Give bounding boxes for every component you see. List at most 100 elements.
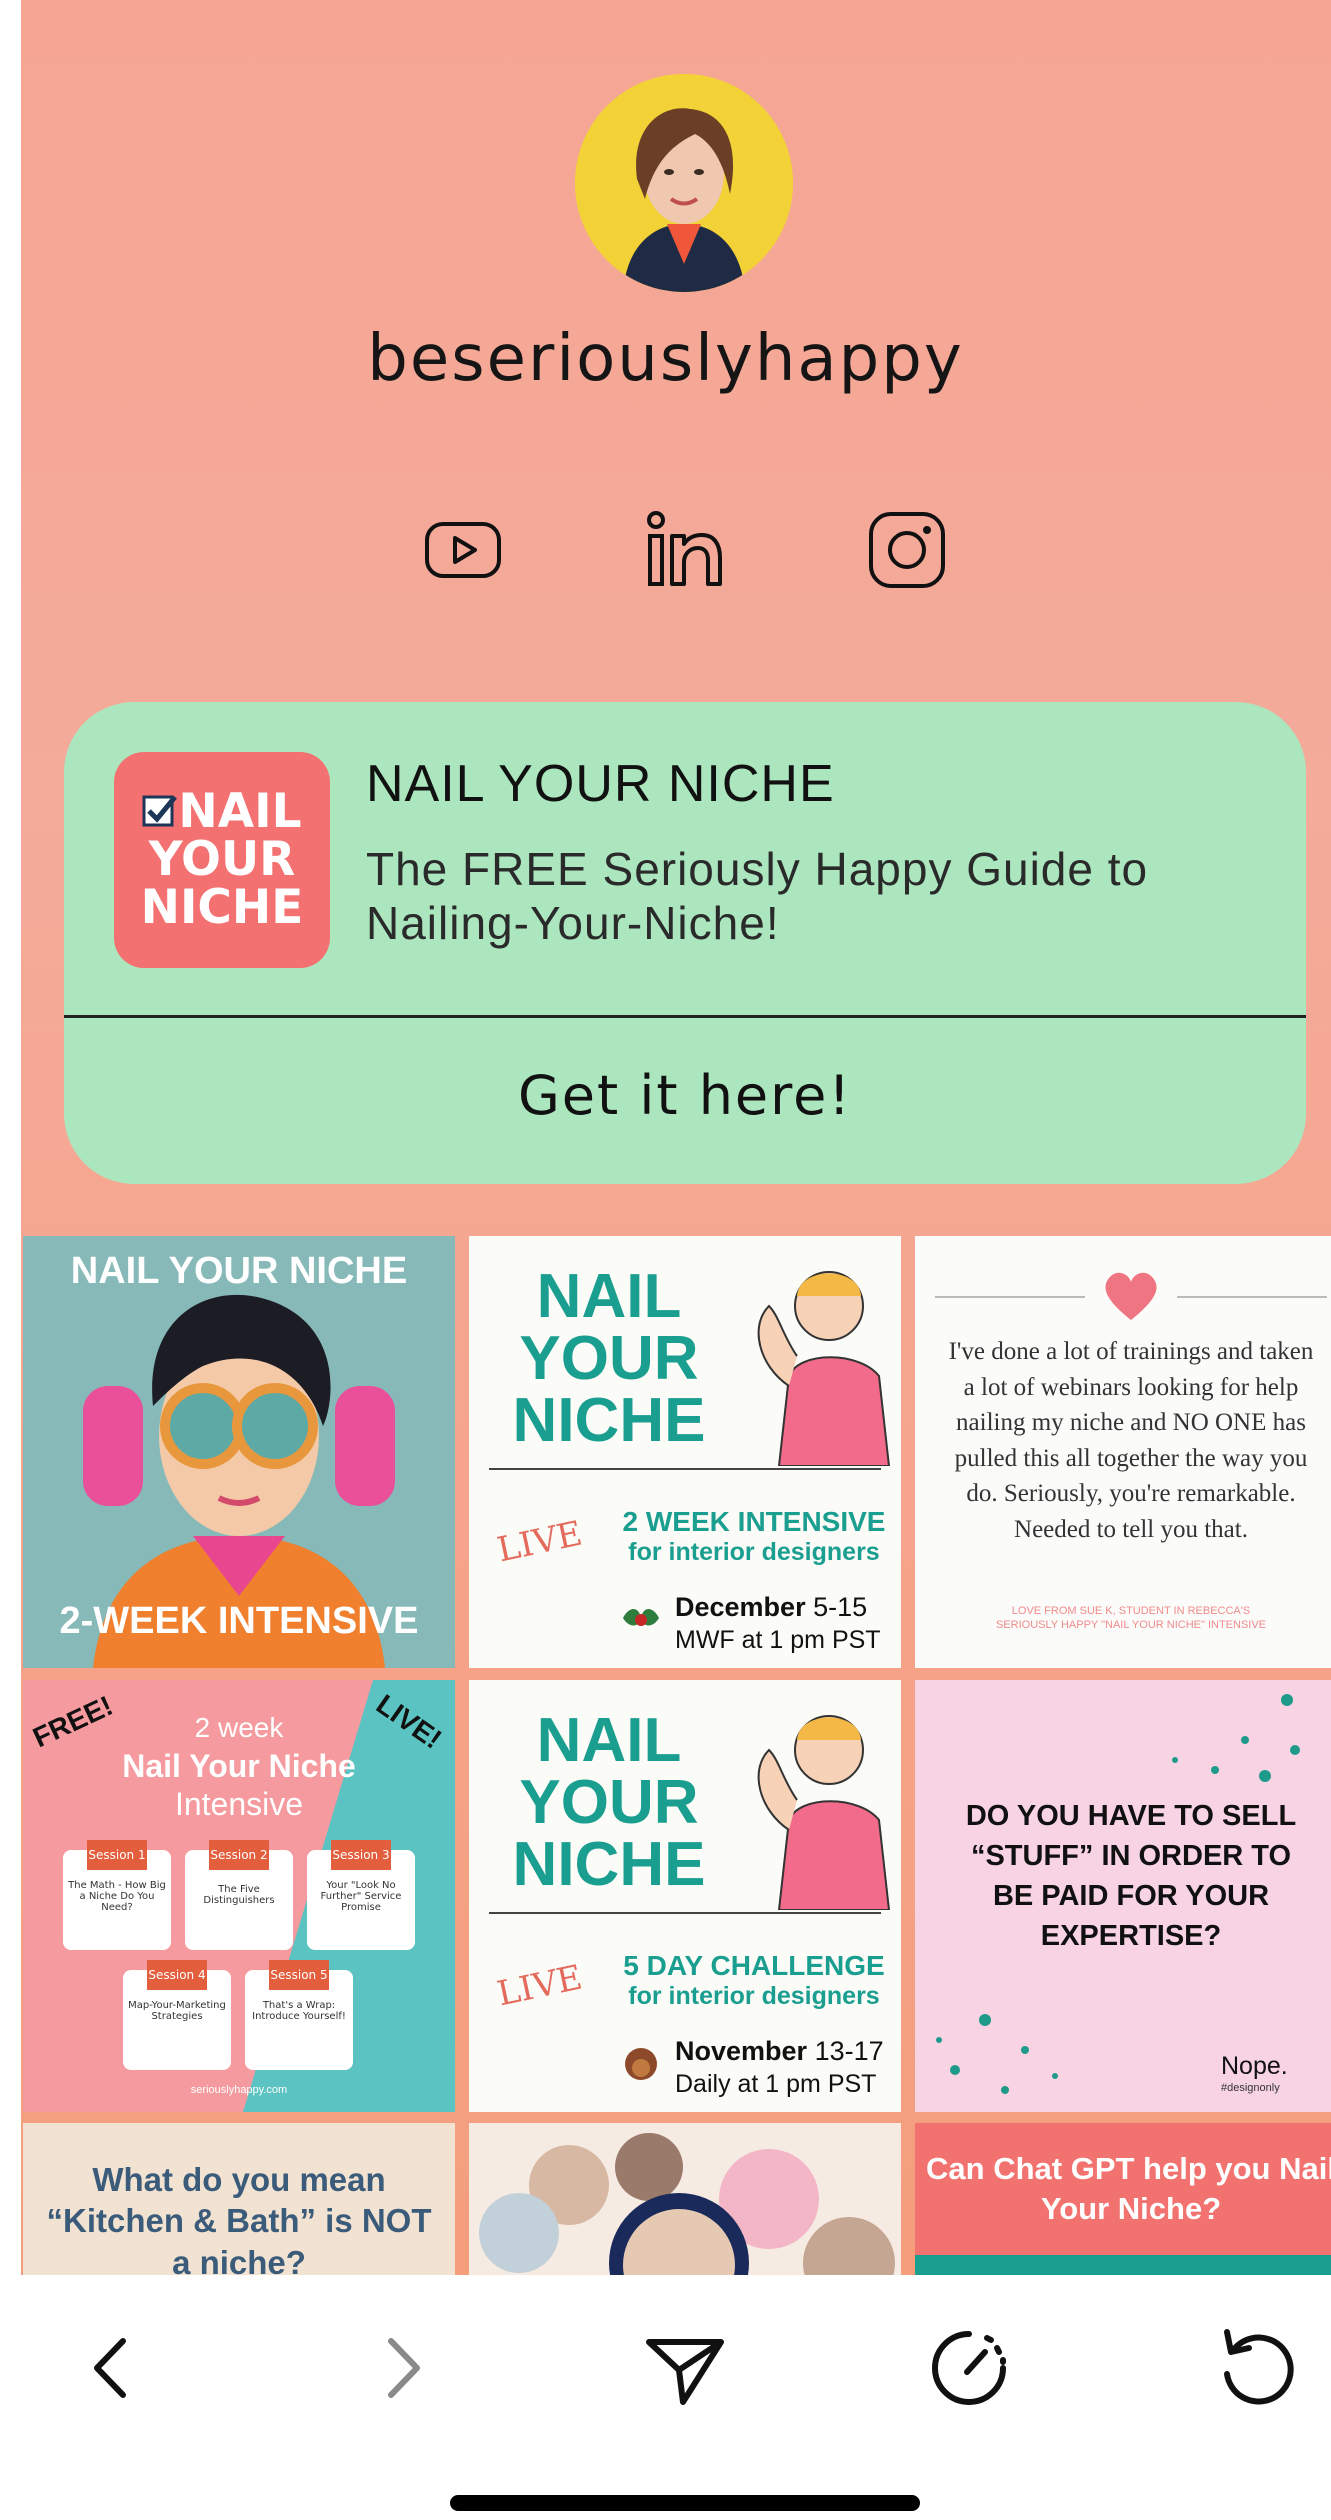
student-portraits bbox=[479, 2133, 895, 2275]
session-2-label: Session 2 bbox=[209, 1840, 269, 1870]
logo-line-3: NICHE bbox=[140, 879, 304, 935]
tile-2-heading-3: NICHE bbox=[512, 1386, 706, 1455]
tile-5-line-2: for interior designers bbox=[628, 1982, 880, 2010]
tile-5-time: Daily at 1 pm PST bbox=[675, 2070, 877, 2098]
nail-your-niche-card[interactable]: NAIL YOUR NICHE NAIL YOUR NICHE The FREE… bbox=[64, 702, 1306, 1184]
post-tile-6[interactable]: DO YOU HAVE TO SELL “STUFF” IN ORDER TO … bbox=[915, 1680, 1331, 2112]
tile-2-live: LIVE bbox=[493, 1513, 586, 1571]
forward-button[interactable] bbox=[356, 2323, 446, 2413]
card-divider bbox=[64, 1015, 1306, 1018]
post-tile-8[interactable] bbox=[469, 2123, 901, 2275]
back-icon bbox=[94, 2338, 126, 2398]
post-tile-2[interactable]: NAIL YOUR NICHE LIVE 2 WEEK INTENSIVE fo… bbox=[469, 1236, 901, 1668]
tile-2-date: December bbox=[675, 1592, 806, 1622]
home-indicator[interactable] bbox=[450, 2495, 920, 2511]
tile-1-footer: 2-WEEK INTENSIVE bbox=[59, 1600, 419, 1642]
avatar[interactable] bbox=[575, 74, 793, 292]
reload-icon bbox=[1224, 2329, 1294, 2405]
tile-4-line-2: Nail Your Niche bbox=[122, 1748, 356, 1784]
session-card-2: Session 2 The Five Distinguishers bbox=[185, 1840, 293, 1950]
session-1-label: Session 1 bbox=[87, 1840, 147, 1870]
tile-6-answer: Nope. bbox=[1221, 2052, 1288, 2080]
card-title: NAIL YOUR NICHE bbox=[366, 755, 835, 813]
tile-2-date-line: December 5-15 bbox=[675, 1592, 895, 1623]
card-subtitle: The FREE Seriously Happy Guide to Nailin… bbox=[366, 843, 1149, 950]
session-card-1: Session 1 The Math - How Big a Niche Do … bbox=[63, 1840, 171, 1950]
session-4-label: Session 4 bbox=[147, 1960, 207, 1990]
tile-2-date-range: 5-15 bbox=[813, 1592, 868, 1622]
tile-5-line-1: 5 DAY CHALLENGE bbox=[623, 1950, 885, 1981]
profile-photo bbox=[575, 74, 793, 292]
session-1-text: The Math - How Big a Niche Do You Need? bbox=[68, 1880, 166, 1913]
session-4-text: Map-Your-Marketing Strategies bbox=[128, 2000, 226, 2022]
tile-2-line-1: 2 WEEK INTENSIVE bbox=[622, 1506, 886, 1537]
tile-6-question: DO YOU HAVE TO SELL “STUFF” IN ORDER TO … bbox=[965, 1800, 1297, 1953]
post-tile-9[interactable]: Can Chat GPT help you Nail Your Niche? bbox=[915, 2123, 1331, 2275]
tile-5-date-line: November 13-17 bbox=[675, 2036, 895, 2067]
illustration-flexing-woman bbox=[757, 1271, 891, 1466]
tile-5-date-range: 13-17 bbox=[814, 2036, 884, 2066]
tile-9-text: Can Chat GPT help you Nail Your Niche? bbox=[926, 2151, 1331, 2227]
youtube-link[interactable] bbox=[421, 508, 505, 592]
session-card-3: Session 3 Your "Look No Further" Service… bbox=[307, 1840, 415, 1950]
logo-line-1: NAIL bbox=[142, 788, 302, 836]
tile-5-divider bbox=[489, 1912, 881, 1914]
tile-4-line-1: 2 week bbox=[194, 1712, 284, 1743]
tile-9-band bbox=[915, 2255, 1331, 2275]
tile-3-quote: I've done a lot of trainings and taken a… bbox=[948, 1338, 1314, 1543]
instagram-icon bbox=[869, 512, 945, 588]
speed-button[interactable] bbox=[924, 2323, 1014, 2413]
tile-1-title: NAIL YOUR NICHE bbox=[70, 1250, 408, 1292]
get-it-here-button[interactable]: Get it here! bbox=[64, 1064, 1306, 1127]
profile-page: beseriouslyhappy NAIL YOUR NICHE NAIL YO… bbox=[21, 0, 1331, 2275]
post-tile-4[interactable]: FREE! LIVE! 2 week Nail Your Niche Inten… bbox=[23, 1680, 455, 2112]
profile-username: beseriouslyhappy bbox=[367, 322, 964, 396]
tile-2-heading: NAIL YOUR NICHE bbox=[489, 1266, 729, 1452]
post-tile-1[interactable]: NAIL YOUR NICHE 2-WEEK INTENSIVE bbox=[23, 1236, 455, 1668]
linkedin-link[interactable] bbox=[642, 508, 726, 592]
speed-icon bbox=[932, 2331, 1006, 2405]
reload-button[interactable] bbox=[1212, 2323, 1302, 2413]
share-button[interactable] bbox=[640, 2323, 730, 2413]
session-3-text: Your "Look No Further" Service Promise bbox=[320, 1880, 402, 1913]
heart-icon bbox=[1105, 1272, 1157, 1320]
post-tile-3[interactable]: I've done a lot of trainings and taken a… bbox=[915, 1236, 1331, 1668]
share-icon bbox=[646, 2339, 724, 2405]
tile-6-tag: #designonly bbox=[1221, 2082, 1280, 2094]
post-tile-5[interactable]: NAIL YOUR NICHE LIVE 5 DAY CHALLENGE for… bbox=[469, 1680, 901, 2112]
checkbox-icon bbox=[142, 795, 178, 827]
browser-toolbar bbox=[0, 2275, 1331, 2520]
instagram-link[interactable] bbox=[865, 508, 949, 592]
tile-5-heading: NAIL YOUR NICHE bbox=[489, 1710, 729, 1896]
tile-5-heading-2: YOUR bbox=[519, 1768, 699, 1837]
session-5-label: Session 5 bbox=[269, 1960, 329, 1990]
youtube-icon bbox=[425, 522, 501, 578]
tile-3-credit: LOVE FROM SUE K, STUDENT IN REBECCA'S SE… bbox=[995, 1605, 1267, 1632]
tile-5-live: LIVE bbox=[493, 1957, 586, 2015]
tile-3-rule-right bbox=[1177, 1296, 1327, 1298]
tile-5-date: November bbox=[675, 2036, 808, 2066]
session-card-4: Session 4 Map-Your-Marketing Strategies bbox=[123, 1960, 231, 2070]
nail-your-niche-logo: NAIL YOUR NICHE bbox=[114, 752, 330, 968]
session-5-text: That's a Wrap: Introduce Yourself! bbox=[252, 2000, 346, 2022]
holly-icon bbox=[623, 1609, 659, 1626]
tile-5-heading-3: NICHE bbox=[512, 1830, 706, 1899]
tile-2-divider bbox=[489, 1468, 881, 1470]
post-tile-7[interactable]: What do you mean “Kitchen & Bath” is NOT… bbox=[23, 2123, 455, 2275]
session-2-text: The Five Distinguishers bbox=[203, 1884, 275, 1906]
session-card-5: Session 5 That's a Wrap: Introduce Yours… bbox=[245, 1960, 353, 2070]
back-button[interactable] bbox=[68, 2323, 158, 2413]
turkey-icon bbox=[625, 2048, 657, 2080]
tile-3-rule-left bbox=[935, 1296, 1085, 1298]
tile-2-line-2: for interior designers bbox=[628, 1538, 880, 1566]
forward-icon bbox=[388, 2338, 420, 2398]
tile-7-text: What do you mean “Kitchen & Bath” is NOT… bbox=[46, 2161, 432, 2275]
tile-2-heading-1: NAIL bbox=[536, 1262, 682, 1331]
session-3-label: Session 3 bbox=[331, 1840, 391, 1870]
tile-5-heading-1: NAIL bbox=[536, 1706, 682, 1775]
tile-2-time: MWF at 1 pm PST bbox=[675, 1626, 881, 1654]
tile-4-line-3: Intensive bbox=[174, 1786, 304, 1822]
linkedin-icon bbox=[647, 511, 722, 586]
illustration-flexing-woman bbox=[757, 1715, 891, 1910]
logo-line-2: YOUR bbox=[148, 832, 296, 888]
